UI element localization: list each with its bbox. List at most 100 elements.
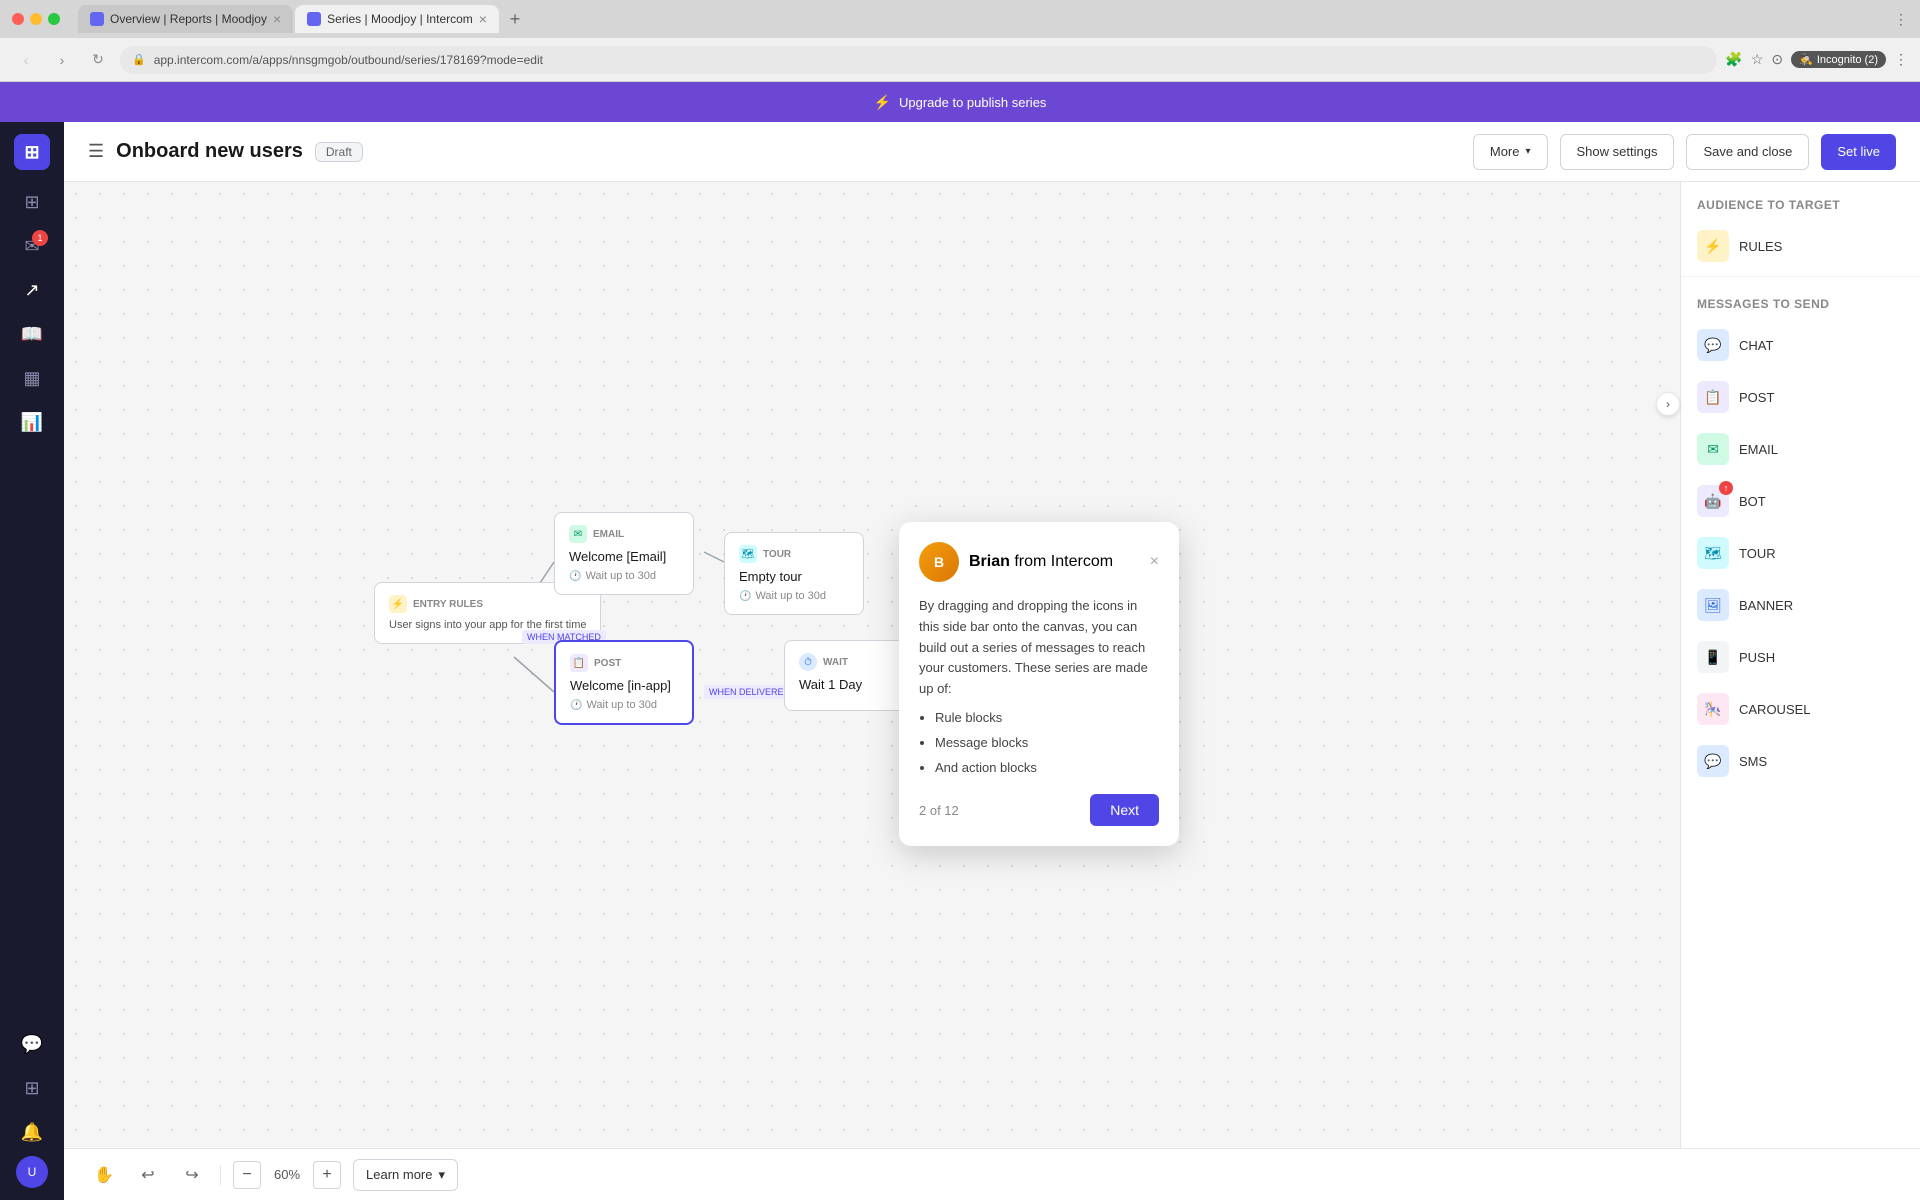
sms-item[interactable]: 💬 SMS <box>1681 735 1920 787</box>
new-tab-button[interactable]: + <box>501 5 529 33</box>
email-type-label: EMAIL <box>593 529 624 540</box>
zoom-out-button[interactable]: − <box>233 1161 261 1189</box>
apps-icon: ⊞ <box>24 1078 39 1099</box>
show-settings-button[interactable]: Show settings <box>1560 134 1675 170</box>
close-icon[interactable]: × <box>1150 553 1159 571</box>
tab-close-1[interactable]: × <box>273 11 281 27</box>
more-button[interactable]: More ▾ <box>1473 134 1548 170</box>
draft-badge: Draft <box>315 142 363 162</box>
chat-icon: 💬 <box>1697 329 1729 361</box>
close-dot[interactable] <box>12 13 24 25</box>
set-live-button[interactable]: Set live <box>1821 134 1896 170</box>
email-label: EMAIL <box>1739 442 1778 457</box>
menu-icon[interactable]: ☰ <box>88 141 104 162</box>
browser-menu-button[interactable]: ⋮ <box>1894 51 1908 68</box>
sidebar-item-inbox[interactable]: 💬 <box>12 1024 52 1064</box>
sidebar-item-apps[interactable]: ⊞ <box>12 1068 52 1108</box>
post-node[interactable]: 📋 POST Welcome [in-app] 🕐 Wait up to 30d <box>554 640 694 725</box>
sidebar-item-outbound[interactable]: ↗ <box>12 270 52 310</box>
bookmark-icon[interactable]: ☆ <box>1751 51 1764 68</box>
tour-label: TOUR <box>1739 546 1776 561</box>
tour-type-label: TOUR <box>763 549 791 560</box>
chat-label: CHAT <box>1739 338 1773 353</box>
email-item[interactable]: ✉ EMAIL <box>1681 423 1920 475</box>
carousel-item[interactable]: 🎠 CAROUSEL <box>1681 683 1920 735</box>
user-avatar[interactable]: U <box>16 1156 48 1188</box>
address-text: app.intercom.com/a/apps/nnsgmgob/outboun… <box>154 53 543 67</box>
minimize-dot[interactable] <box>30 13 42 25</box>
wait-type-label: WAIT <box>823 657 848 668</box>
rules-item[interactable]: ⚡ RULES <box>1681 220 1920 272</box>
hand-tool-button[interactable]: ✋ <box>88 1159 120 1191</box>
tab-close-2[interactable]: × <box>479 11 487 27</box>
tooltip-body-text: By dragging and dropping the icons in th… <box>919 598 1148 696</box>
sidebar-item-notifications[interactable]: 🔔 <box>12 1112 52 1152</box>
banner-item[interactable]: 🖼 BANNER <box>1681 579 1920 631</box>
app-container: ⚡ Upgrade to publish series ⊞ ⊞ ✉ 1 ↗ 📖 <box>0 82 1920 1200</box>
sidebar-collapse-button[interactable]: › <box>1656 392 1680 416</box>
tour-node[interactable]: 🗺 TOUR Empty tour 🕐 Wait up to 30d <box>724 532 864 615</box>
messages-badge: 1 <box>32 230 48 246</box>
chevron-down-learn: ▾ <box>438 1167 445 1183</box>
back-button[interactable]: ‹ <box>12 46 40 74</box>
tooltip-body: By dragging and dropping the icons in th… <box>919 596 1159 778</box>
tooltip-list: Rule blocks Message blocks And action bl… <box>935 708 1159 778</box>
incognito-text: Incognito (2) <box>1817 54 1878 66</box>
chevron-down-icon: ▾ <box>1525 146 1530 157</box>
tour-node-title: Empty tour <box>739 569 849 584</box>
browser-menu-icon[interactable]: ⋮ <box>1894 11 1908 28</box>
sidebar-item-messages[interactable]: ✉ 1 <box>12 226 52 266</box>
extensions-icon[interactable]: 🧩 <box>1725 51 1742 68</box>
sidebar-item-reports[interactable]: ▦ <box>12 358 52 398</box>
chat-item[interactable]: 💬 CHAT <box>1681 319 1920 371</box>
learn-more-label: Learn more <box>366 1167 432 1182</box>
inbox-icon: 💬 <box>21 1034 43 1055</box>
learn-more-button[interactable]: Learn more ▾ <box>353 1159 458 1191</box>
bot-label: BOT <box>1739 494 1766 509</box>
main-layout: ⊞ ⊞ ✉ 1 ↗ 📖 ▦ 📊 <box>0 122 1920 1200</box>
browser-tab-2[interactable]: Series | Moodjoy | Intercom × <box>295 5 499 33</box>
sidebar-item-analytics[interactable]: 📊 <box>12 402 52 442</box>
show-settings-label: Show settings <box>1577 144 1658 159</box>
maximize-dot[interactable] <box>48 13 60 25</box>
undo-button[interactable]: ↩ <box>132 1159 164 1191</box>
address-bar[interactable]: 🔒 app.intercom.com/a/apps/nnsgmgob/outbo… <box>120 46 1717 74</box>
save-close-button[interactable]: Save and close <box>1686 134 1809 170</box>
push-item[interactable]: 📱 PUSH <box>1681 631 1920 683</box>
email-footer-text: Wait up to 30d <box>585 570 656 582</box>
profile-icon[interactable]: ⊙ <box>1771 51 1783 68</box>
banner-label: BANNER <box>1739 598 1793 613</box>
zoom-in-button[interactable]: + <box>313 1161 341 1189</box>
next-button[interactable]: Next <box>1090 794 1159 826</box>
bottom-bar: ✋ ↩ ↪ − 60% + Learn more ▾ <box>64 1148 1920 1200</box>
entry-type-icon: ⚡ <box>389 595 407 613</box>
notifications-icon: 🔔 <box>21 1122 43 1143</box>
post-node-title: Welcome [in-app] <box>570 678 678 693</box>
email-node[interactable]: ✉ EMAIL Welcome [Email] 🕐 Wait up to 30d <box>554 512 694 595</box>
browser-tabs: Overview | Reports | Moodjoy × Series | … <box>78 5 529 33</box>
knowledge-icon: 📖 <box>21 324 43 345</box>
sms-icon: 💬 <box>1697 745 1729 777</box>
wait-type-icon: ⏱ <box>799 653 817 671</box>
sidebar-item-knowledge[interactable]: 📖 <box>12 314 52 354</box>
browser-tab-1[interactable]: Overview | Reports | Moodjoy × <box>78 5 293 33</box>
tour-item[interactable]: 🗺 TOUR <box>1681 527 1920 579</box>
zoom-controls: − 60% + <box>233 1161 341 1189</box>
pagination-text: 2 of 12 <box>919 803 959 818</box>
canvas-area[interactable]: ⚡ ENTRY RULES User signs into your app f… <box>64 182 1680 1148</box>
tour-icon: 🗺 <box>1697 537 1729 569</box>
redo-button[interactable]: ↪ <box>176 1159 208 1191</box>
post-item[interactable]: 📋 POST <box>1681 371 1920 423</box>
email-icon: ✉ <box>1697 433 1729 465</box>
upgrade-banner[interactable]: ⚡ Upgrade to publish series <box>0 82 1920 122</box>
analytics-icon: 📊 <box>21 412 43 433</box>
refresh-button[interactable]: ↻ <box>84 46 112 74</box>
carousel-icon: 🎠 <box>1697 693 1729 725</box>
browser-toolbar: ‹ › ↻ 🔒 app.intercom.com/a/apps/nnsgmgob… <box>0 38 1920 82</box>
sidebar-item-home[interactable]: ⊞ <box>12 182 52 222</box>
tooltip-modal: B Brian from Intercom × By dragging and … <box>899 522 1179 846</box>
forward-button[interactable]: › <box>48 46 76 74</box>
app-logo[interactable]: ⊞ <box>14 134 50 170</box>
bot-item[interactable]: 🤖 BOT <box>1681 475 1920 527</box>
tooltip-sender: Brian from Intercom <box>969 553 1113 571</box>
